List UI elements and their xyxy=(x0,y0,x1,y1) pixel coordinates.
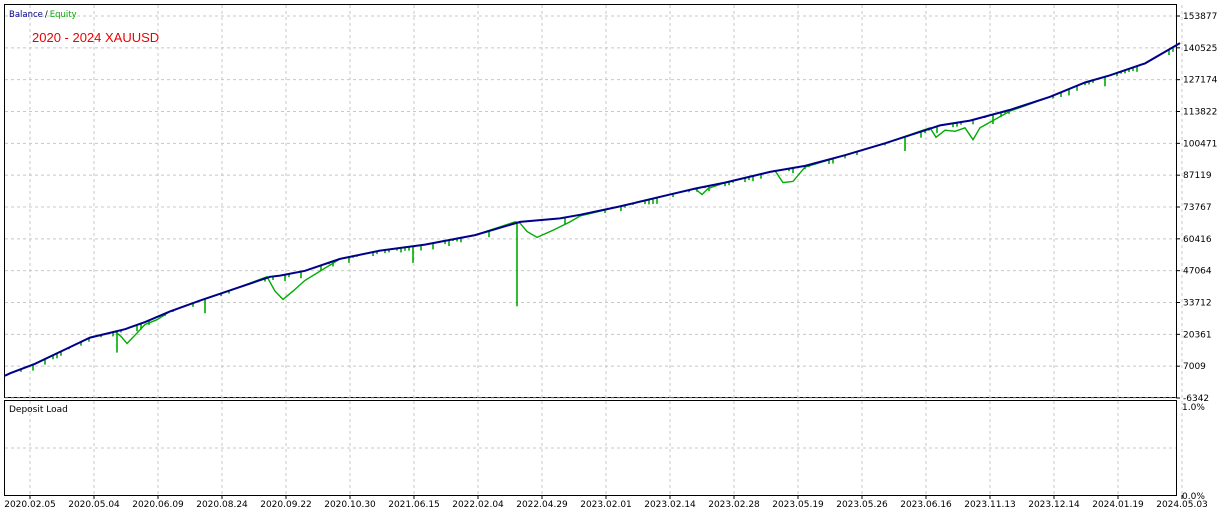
x-tick-label: 2020.05.04 xyxy=(68,500,120,510)
x-tick-label: 2023.06.16 xyxy=(900,500,952,510)
y-tick-label: 140525 xyxy=(1183,44,1217,54)
y-tick-label: 33712 xyxy=(1183,299,1212,309)
deposit-load-tick-min: 0.0% xyxy=(1182,492,1205,502)
y-tick-label: 153877 xyxy=(1183,12,1217,22)
x-tick-label: 2020.06.09 xyxy=(132,500,184,510)
deposit-load-label: Deposit Load xyxy=(9,405,68,415)
y-tick-label: 100471 xyxy=(1183,139,1217,149)
y-tick-label: 73767 xyxy=(1183,203,1212,213)
main-panel-frame xyxy=(4,4,1177,398)
x-tick-label: 2023.05.19 xyxy=(772,500,824,510)
y-tick-label: 87119 xyxy=(1183,171,1212,181)
x-tick-label: 2024.01.19 xyxy=(1092,500,1144,510)
y-tick-label: 60416 xyxy=(1183,235,1212,245)
chart-title: 2020 - 2024 XAUUSD xyxy=(32,30,159,45)
x-tick-label: 2023.02.14 xyxy=(644,500,696,510)
y-tick-label: 113822 xyxy=(1183,108,1217,118)
x-tick-label: 2021.06.15 xyxy=(388,500,440,510)
deposit-load-tick-max: 1.0% xyxy=(1182,403,1205,413)
x-tick-label: 2022.02.04 xyxy=(452,500,504,510)
x-tick-label: 2020.08.24 xyxy=(196,500,248,510)
x-tick-label: 2020.02.05 xyxy=(4,500,56,510)
legend-equity: Equity xyxy=(50,10,77,20)
legend-balance: Balance xyxy=(9,10,43,20)
x-axis: 2020.02.05 2020.05.04 2020.06.09 2020.08.24… xyxy=(4,495,1208,510)
equity-chart: 153877 140525 127174 113822 100471 87119 73767… xyxy=(4,4,1218,510)
x-tick-label: 2020.10.30 xyxy=(324,500,376,510)
legend-separator: / xyxy=(45,10,48,20)
y-tick-label: 127174 xyxy=(1183,76,1218,86)
x-tick-label: 2023.05.26 xyxy=(836,500,888,510)
y-tick-label: 7009 xyxy=(1183,362,1206,372)
y-tick-label: 20361 xyxy=(1183,330,1212,340)
x-tick-label: 2020.09.22 xyxy=(260,500,312,510)
y-axis: 153877 140525 127174 113822 100471 87119 73767… xyxy=(1176,12,1218,404)
x-tick-label: 2023.02.28 xyxy=(708,500,760,510)
x-tick-label: 2023.12.14 xyxy=(1028,500,1080,510)
x-tick-label: 2023.11.13 xyxy=(964,500,1016,510)
x-tick-label: 2023.02.01 xyxy=(580,500,632,510)
legend: Balance / Equity xyxy=(9,10,77,20)
y-tick-label: 47064 xyxy=(1183,267,1212,277)
x-tick-label: 2022.04.29 xyxy=(516,500,568,510)
